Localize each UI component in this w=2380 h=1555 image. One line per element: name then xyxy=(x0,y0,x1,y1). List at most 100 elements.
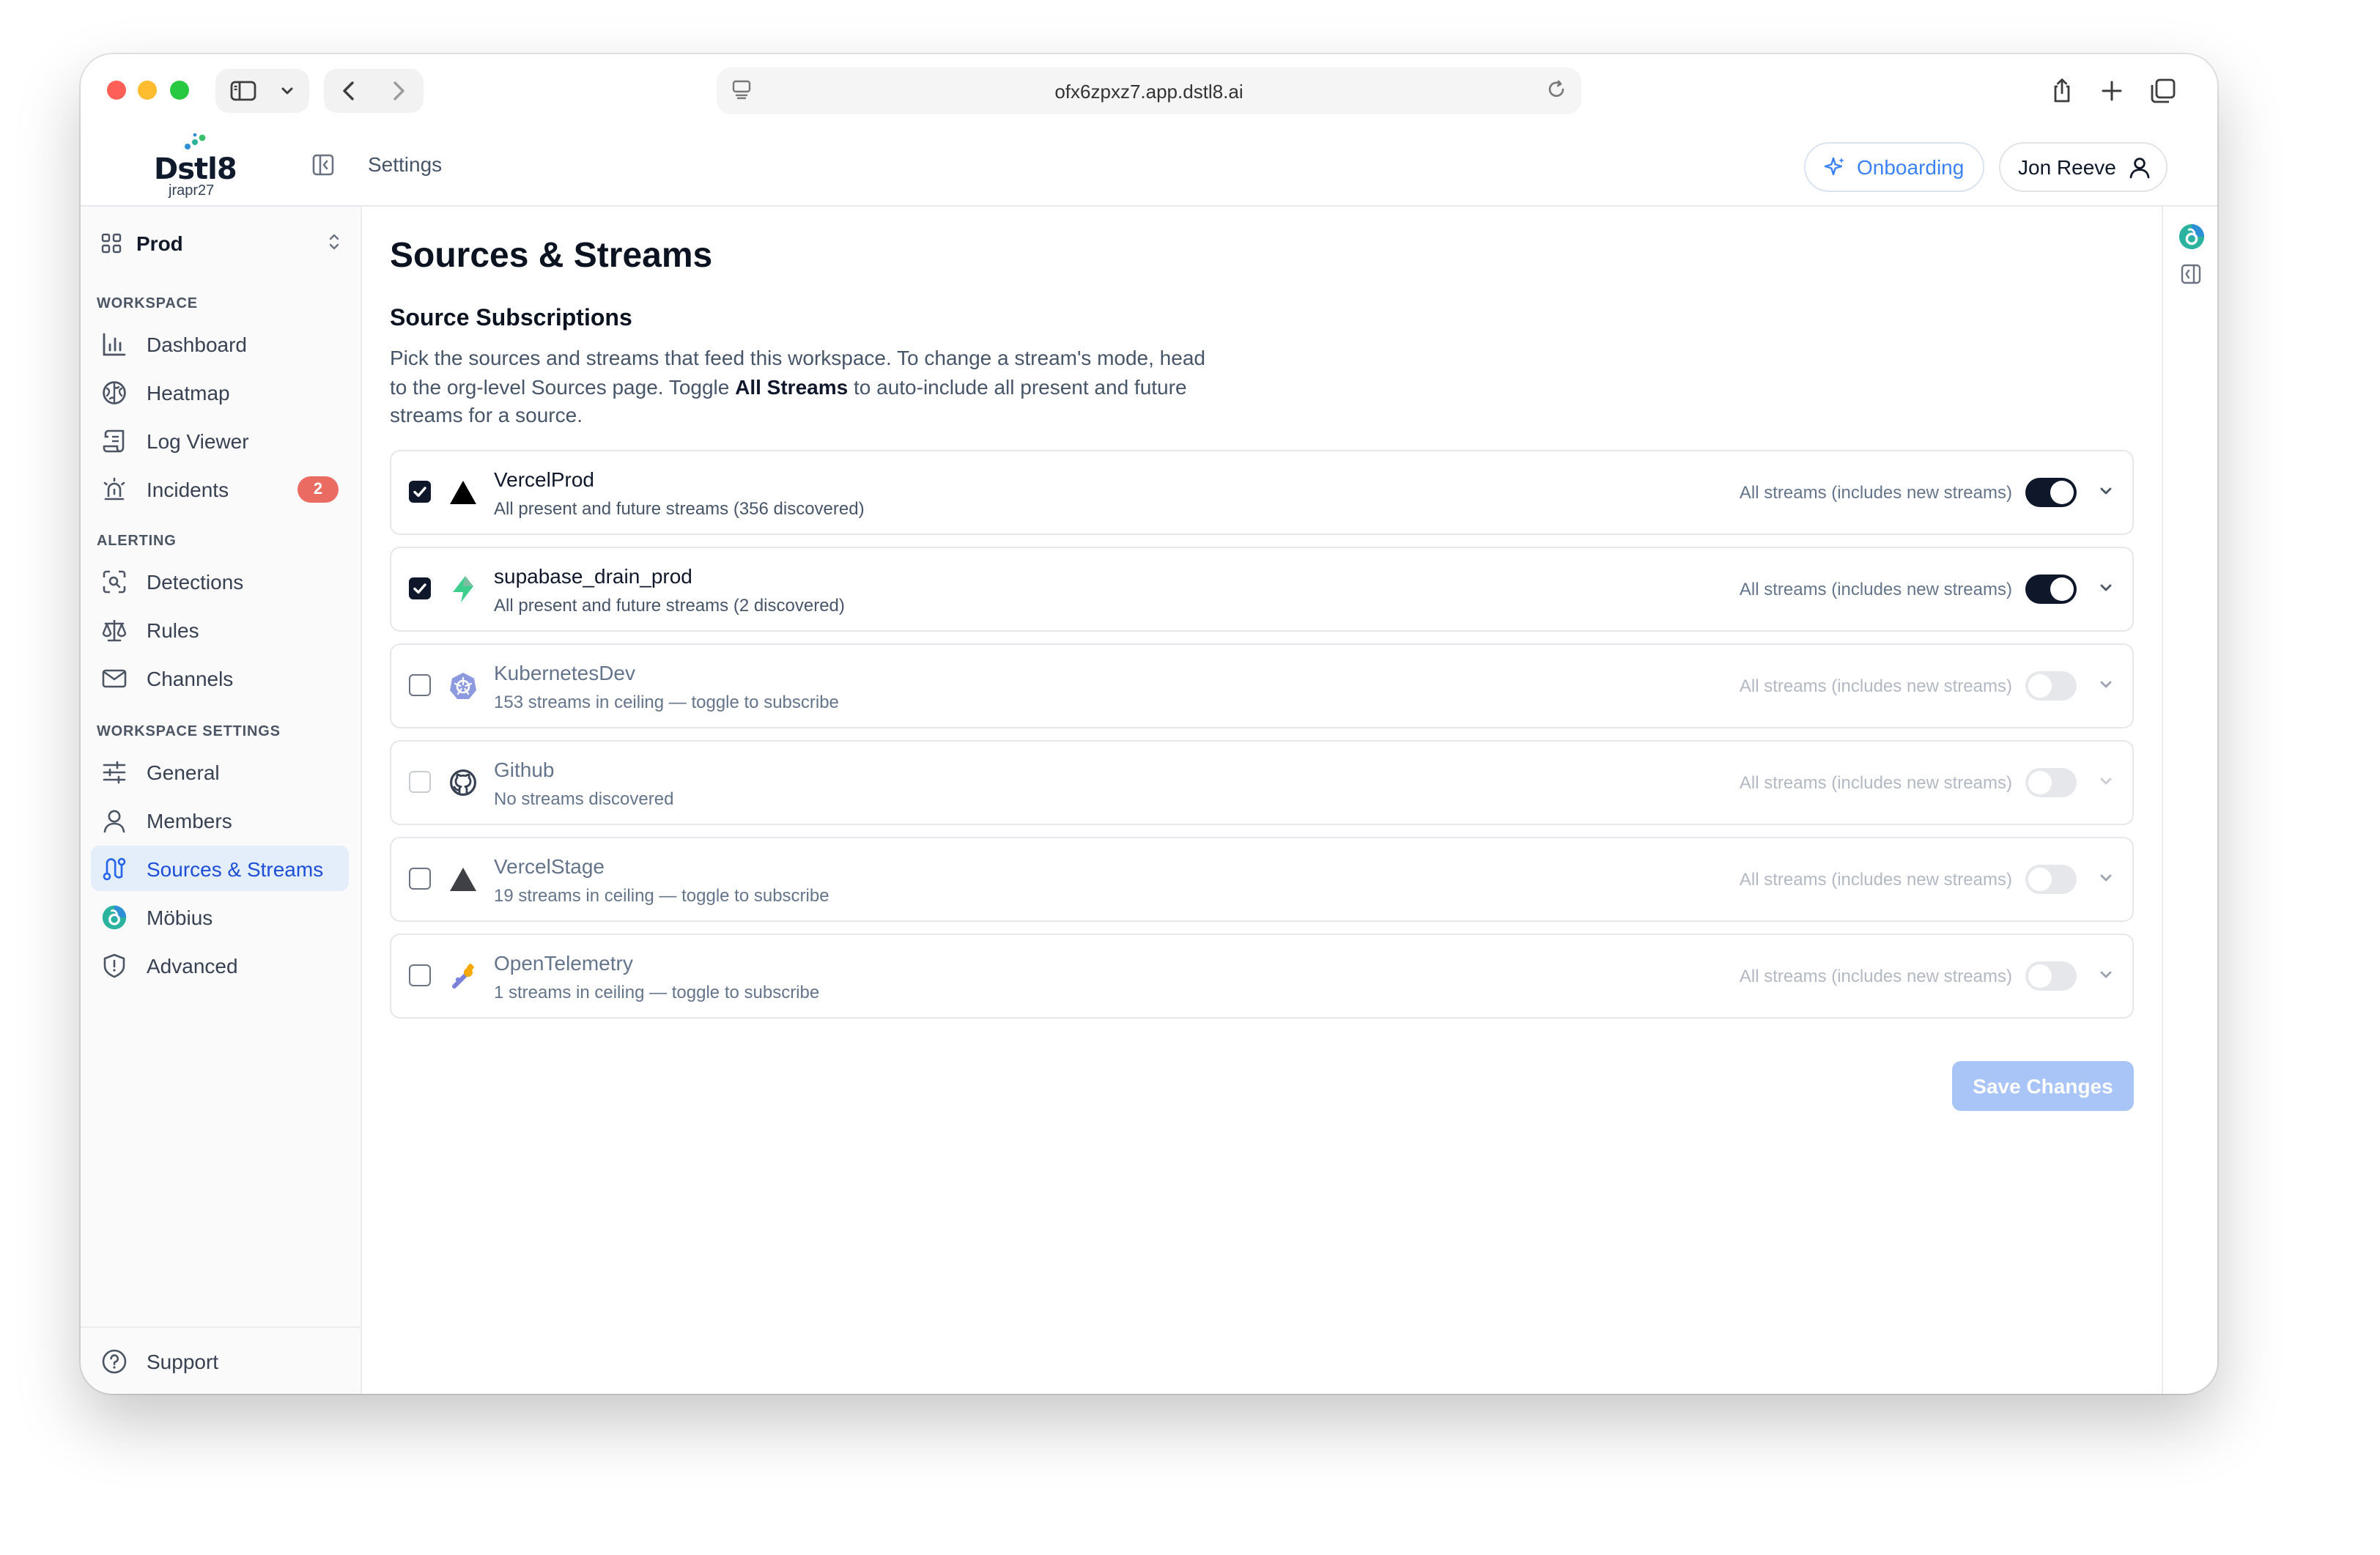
expand-row-button[interactable] xyxy=(2097,674,2115,701)
support-link[interactable]: Support xyxy=(91,1338,349,1384)
source-checkbox[interactable] xyxy=(409,868,431,890)
sidebar-item-sources-streams[interactable]: Sources & Streams xyxy=(91,846,349,891)
stream-mode-label: All streams (includes new streams) xyxy=(1739,482,2012,503)
breadcrumb-settings[interactable]: Settings xyxy=(368,152,442,176)
sidebar-item-label: Detections xyxy=(147,569,244,593)
source-name: VercelProd xyxy=(494,468,594,491)
minimize-window-button[interactable] xyxy=(138,81,157,100)
sidebar-item-channels[interactable]: Channels xyxy=(91,655,349,701)
collapse-sidebar-button[interactable] xyxy=(312,154,337,179)
sidebar-item-general[interactable]: General xyxy=(91,749,349,794)
description-bold: All Streams xyxy=(735,374,849,398)
sidebar-item-label: Log Viewer xyxy=(147,429,249,452)
source-row-kubernetesdev: KubernetesDev 153 streams in ceiling — t… xyxy=(390,643,2134,728)
mobius-icon xyxy=(101,904,128,930)
all-streams-toggle[interactable] xyxy=(2025,478,2077,507)
share-button[interactable] xyxy=(2044,69,2080,113)
sidebar-item-rules[interactable]: Rules xyxy=(91,607,349,652)
sidebar-item-incidents[interactable]: Incidents 2 xyxy=(91,466,349,511)
forward-arrow-icon[interactable] xyxy=(391,81,406,101)
supabase-bolt-icon xyxy=(447,573,479,605)
tabs-icon xyxy=(2151,78,2176,103)
incidents-count-badge: 2 xyxy=(298,476,339,503)
app-header: Dstl8 jrapr27 Settings Onboarding Jon Re… xyxy=(81,128,2217,207)
vercel-triangle-icon xyxy=(447,863,479,895)
sidebar-item-members[interactable]: Members xyxy=(91,797,349,843)
sidebar-item-advanced[interactable]: Advanced xyxy=(91,942,349,988)
source-stream-summary: 1 streams in ceiling — toggle to subscri… xyxy=(494,982,820,1002)
mobius-icon xyxy=(2178,224,2205,250)
source-name: OpenTelemetry xyxy=(494,951,633,975)
chevron-down-icon xyxy=(2100,874,2112,882)
section-label-workspace-settings: WORKSPACE SETTINGS xyxy=(97,724,281,740)
toggle-knob xyxy=(2028,674,2052,698)
back-arrow-icon[interactable] xyxy=(341,81,356,101)
source-name: Github xyxy=(494,758,555,781)
sidebar-item-label: Incidents xyxy=(147,477,229,501)
user-icon xyxy=(2129,158,2150,179)
stream-mode-label: All streams (includes new streams) xyxy=(1739,676,2012,696)
support-label: Support xyxy=(147,1349,219,1373)
sidebar-item-heatmap[interactable]: Heatmap xyxy=(91,369,349,415)
shield-icon xyxy=(101,952,128,978)
close-window-button[interactable] xyxy=(107,81,126,100)
sparkles-icon xyxy=(1824,157,1844,176)
siren-icon xyxy=(101,476,128,502)
source-stream-summary: All present and future streams (2 discov… xyxy=(494,595,845,616)
expand-row-button[interactable] xyxy=(2097,868,2115,894)
dstl8-logo[interactable]: Dstl8 jrapr27 xyxy=(154,133,237,199)
expand-row-button[interactable] xyxy=(2097,481,2115,507)
onboarding-button[interactable]: Onboarding xyxy=(1804,142,1984,192)
all-streams-toggle[interactable] xyxy=(2025,575,2077,604)
sidebar-item-label: Sources & Streams xyxy=(147,857,324,880)
sidebar-item-mobius[interactable]: Möbius xyxy=(91,894,349,939)
user-menu-button[interactable]: Jon Reeve xyxy=(1999,142,2168,192)
tab-overview-button[interactable] xyxy=(2144,69,2182,113)
reload-icon[interactable] xyxy=(1546,79,1567,100)
workspace-name: Prod xyxy=(136,232,183,255)
sidebar-toggle-button[interactable] xyxy=(215,69,309,113)
all-streams-toggle[interactable] xyxy=(2025,671,2077,701)
mobius-assistant-button[interactable] xyxy=(2178,223,2206,258)
page-settings-icon[interactable] xyxy=(731,79,752,100)
source-checkbox[interactable] xyxy=(409,771,431,793)
source-row-supabase-drain-prod: supabase_drain_prod All present and futu… xyxy=(390,547,2134,632)
expand-row-button[interactable] xyxy=(2097,771,2115,797)
source-checkbox[interactable] xyxy=(409,481,431,503)
new-tab-button[interactable] xyxy=(2094,69,2129,113)
all-streams-toggle[interactable] xyxy=(2025,865,2077,894)
sidebar-item-detections[interactable]: Detections xyxy=(91,558,349,604)
opentelemetry-icon xyxy=(447,960,479,992)
source-checkbox[interactable] xyxy=(409,964,431,986)
source-stream-summary: No streams discovered xyxy=(494,788,674,809)
scan-search-icon xyxy=(101,568,128,594)
scale-icon xyxy=(101,616,128,643)
zoom-window-button[interactable] xyxy=(170,81,189,100)
all-streams-toggle[interactable] xyxy=(2025,768,2077,797)
scroll-icon xyxy=(101,427,128,454)
url-text: ofx6zpxz7.app.dstl8.ai xyxy=(1054,80,1243,102)
source-checkbox[interactable] xyxy=(409,577,431,599)
toggle-right-panel-button[interactable] xyxy=(2181,264,2201,292)
expand-row-button[interactable] xyxy=(2097,964,2115,991)
expand-row-button[interactable] xyxy=(2097,577,2115,604)
workspace-switcher[interactable]: Prod xyxy=(101,227,341,259)
sidebar-item-log-viewer[interactable]: Log Viewer xyxy=(91,418,349,463)
source-name: VercelStage xyxy=(494,854,605,878)
sidebar: Prod WORKSPACE Dashboard Heatmap Log Vie… xyxy=(81,207,362,1394)
source-checkbox[interactable] xyxy=(409,674,431,696)
sidebar-item-label: Rules xyxy=(147,618,199,641)
onboarding-label: Onboarding xyxy=(1857,155,1965,179)
all-streams-toggle[interactable] xyxy=(2025,961,2077,991)
save-changes-button[interactable]: Save Changes xyxy=(1952,1061,2134,1111)
chevron-down-icon xyxy=(2100,971,2112,978)
sidebar-item-label: General xyxy=(147,760,220,783)
address-bar[interactable]: ofx6zpxz7.app.dstl8.ai xyxy=(717,67,1581,114)
bar-chart-icon xyxy=(101,330,128,357)
browser-window: ofx6zpxz7.app.dstl8.ai Dstl8 jrapr27 Set… xyxy=(81,54,2217,1394)
section-label-alerting: ALERTING xyxy=(97,533,177,550)
source-stream-summary: 153 streams in ceiling — toggle to subsc… xyxy=(494,692,839,712)
plus-icon xyxy=(2102,81,2122,101)
vercel-triangle-icon xyxy=(447,476,479,509)
sidebar-item-dashboard[interactable]: Dashboard xyxy=(91,321,349,366)
